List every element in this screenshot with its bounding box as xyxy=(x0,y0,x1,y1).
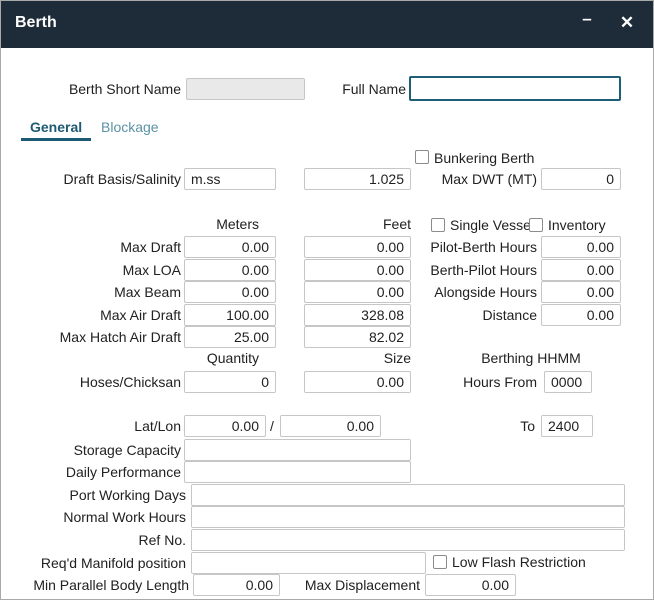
port-working-days-label: Port Working Days xyxy=(1,487,186,503)
max-air-draft-label: Max Air Draft xyxy=(1,307,181,323)
inventory-checkbox[interactable] xyxy=(529,218,543,232)
daily-performance-label: Daily Performance xyxy=(1,464,181,480)
pilot-berth-hours-input[interactable] xyxy=(541,236,621,258)
daily-performance-input[interactable] xyxy=(184,461,411,483)
tab-general[interactable]: General xyxy=(21,119,91,141)
single-vessel-checkbox[interactable] xyxy=(431,218,445,232)
ref-no-input[interactable] xyxy=(191,529,625,551)
min-parallel-body-length-label: Min Parallel Body Length xyxy=(1,577,189,593)
bunkering-berth-label: Bunkering Berth xyxy=(434,150,534,166)
berthing-hhmm-header: Berthing HHMM xyxy=(451,350,611,366)
max-air-draft-feet-input[interactable] xyxy=(304,304,411,326)
max-air-draft-meters-input[interactable] xyxy=(184,304,276,326)
distance-input[interactable] xyxy=(541,304,621,326)
lat-lon-separator: / xyxy=(270,418,274,434)
reqd-manifold-position-input[interactable] xyxy=(191,552,426,574)
to-label: To xyxy=(485,418,535,434)
full-name-input[interactable] xyxy=(409,76,621,101)
storage-capacity-label: Storage Capacity xyxy=(1,442,181,458)
berth-short-name-input[interactable] xyxy=(186,78,305,100)
pilot-berth-hours-label: Pilot-Berth Hours xyxy=(401,239,537,255)
max-draft-feet-input[interactable] xyxy=(304,236,411,258)
full-name-label: Full Name xyxy=(336,81,406,97)
max-hatch-air-draft-feet-input[interactable] xyxy=(304,326,411,348)
berth-pilot-hours-input[interactable] xyxy=(541,259,621,281)
berth-dialog: Berth – ✕ Berth Short Name Full Name Gen… xyxy=(0,0,654,600)
max-dwt-label: Max DWT (MT) xyxy=(437,171,537,187)
max-beam-label: Max Beam xyxy=(1,284,181,300)
max-displacement-input[interactable] xyxy=(425,574,516,596)
ref-no-label: Ref No. xyxy=(1,532,186,548)
max-draft-meters-input[interactable] xyxy=(184,236,276,258)
inventory-label: Inventory xyxy=(548,217,606,233)
hoses-quantity-input[interactable] xyxy=(184,371,276,393)
normal-work-hours-label: Normal Work Hours xyxy=(1,509,186,525)
alongside-hours-label: Alongside Hours xyxy=(401,284,537,300)
salinity-input[interactable] xyxy=(304,168,411,190)
close-icon[interactable]: ✕ xyxy=(615,13,639,33)
hoses-size-input[interactable] xyxy=(304,371,411,393)
single-vessel-label: Single Vessel xyxy=(450,217,534,233)
hoses-chicksan-label: Hoses/Chicksan xyxy=(1,374,181,390)
size-column-header: Size xyxy=(311,350,411,366)
storage-capacity-input[interactable] xyxy=(184,439,411,461)
meters-column-header: Meters xyxy=(159,216,259,232)
max-dwt-input[interactable] xyxy=(541,168,621,190)
hours-from-input[interactable] xyxy=(544,371,592,393)
port-working-days-input[interactable] xyxy=(191,484,625,506)
feet-column-header: Feet xyxy=(311,216,411,232)
max-loa-meters-input[interactable] xyxy=(184,259,276,281)
lat-lon-label: Lat/Lon xyxy=(1,418,181,434)
min-parallel-body-length-input[interactable] xyxy=(193,574,280,596)
minimize-icon[interactable]: – xyxy=(575,9,599,29)
draft-basis-input[interactable] xyxy=(184,168,276,190)
max-draft-label: Max Draft xyxy=(1,239,181,255)
max-loa-label: Max LOA xyxy=(1,262,181,278)
berth-short-name-label: Berth Short Name xyxy=(1,81,181,97)
max-displacement-label: Max Displacement xyxy=(301,577,420,593)
low-flash-restriction-label: Low Flash Restriction xyxy=(452,554,586,570)
max-hatch-air-draft-meters-input[interactable] xyxy=(184,326,276,348)
window-title: Berth xyxy=(15,14,57,32)
max-loa-feet-input[interactable] xyxy=(304,259,411,281)
berth-pilot-hours-label: Berth-Pilot Hours xyxy=(401,262,537,278)
bunkering-berth-checkbox[interactable] xyxy=(415,150,429,164)
distance-label: Distance xyxy=(401,307,537,323)
low-flash-restriction-checkbox[interactable] xyxy=(433,555,447,569)
lat-input[interactable] xyxy=(184,415,266,437)
max-beam-feet-input[interactable] xyxy=(304,281,411,303)
max-hatch-air-draft-label: Max Hatch Air Draft xyxy=(1,329,181,345)
alongside-hours-input[interactable] xyxy=(541,281,621,303)
lon-input[interactable] xyxy=(280,415,381,437)
max-beam-meters-input[interactable] xyxy=(184,281,276,303)
normal-work-hours-input[interactable] xyxy=(191,506,625,528)
to-input[interactable] xyxy=(541,415,593,437)
tab-blockage[interactable]: Blockage xyxy=(97,119,163,141)
draft-basis-salinity-label: Draft Basis/Salinity xyxy=(1,171,181,187)
title-bar: Berth – ✕ xyxy=(1,1,653,48)
reqd-manifold-position-label: Req'd Manifold position xyxy=(1,555,186,571)
hours-from-label: Hours From xyxy=(437,374,537,390)
quantity-column-header: Quantity xyxy=(159,350,259,366)
